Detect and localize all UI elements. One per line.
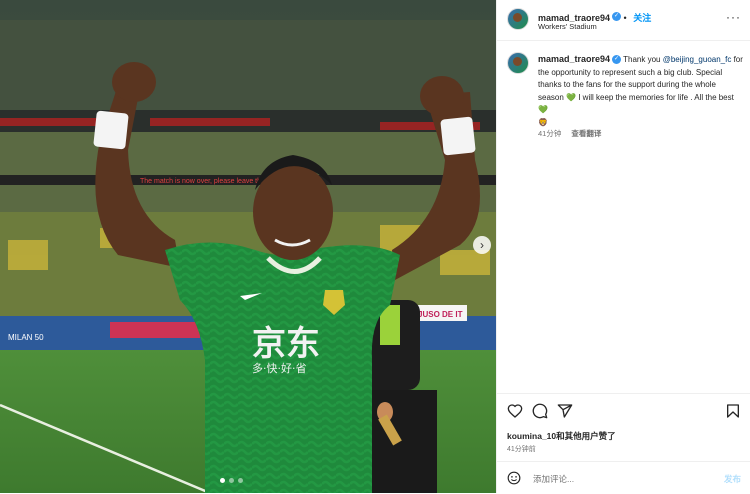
- verified-badge-icon: ✓: [612, 55, 622, 65]
- post-photo-illustration: The match is now over, please leave the …: [0, 0, 496, 493]
- caption: mamad_traore94 ✓ Thank you @beijing_guoan…: [538, 53, 743, 129]
- ad-board-left: MILAN 50: [8, 333, 44, 342]
- comment-bar: 发布: [497, 461, 750, 494]
- more-dots-icon[interactable]: ···: [726, 10, 741, 24]
- avatar[interactable]: [507, 8, 529, 30]
- verified-badge-icon: ✓: [612, 12, 622, 22]
- comment-input[interactable]: [531, 470, 705, 488]
- green-heart-icon: 💚: [538, 105, 548, 114]
- next-image-button[interactable]: ›: [473, 236, 491, 254]
- translate-link[interactable]: 查看翻译: [571, 129, 601, 138]
- caption-avatar[interactable]: [507, 52, 529, 74]
- lion-emoji-icon: 🦁: [538, 117, 548, 127]
- post-time: 41分钟前: [507, 446, 536, 453]
- post-image[interactable]: The match is now over, please leave the …: [0, 0, 496, 493]
- carousel-dot: [229, 478, 234, 483]
- likes-summary[interactable]: koumina_10和其他用户赞了: [507, 430, 616, 442]
- caption-username[interactable]: mamad_traore94: [538, 54, 610, 64]
- post-header: mamad_traore94 ✓ • 关注 Workers' Stadium ··…: [497, 0, 750, 41]
- caption-mention[interactable]: @beijing_guoan_fc: [663, 55, 732, 64]
- ad-board-right: JUSO DE IT: [418, 310, 463, 319]
- post-side-panel: mamad_traore94 ✓ • 关注 Workers' Stadium ··…: [496, 0, 750, 493]
- carousel-dot: [238, 478, 243, 483]
- like-heart-icon[interactable]: [507, 403, 523, 419]
- carousel-dot: [220, 478, 225, 483]
- caption-timestamp: 41分钟: [538, 129, 562, 138]
- comment-icon[interactable]: [532, 403, 548, 419]
- jersey-sponsor: 京东: [252, 324, 320, 364]
- emoji-icon[interactable]: [507, 471, 521, 485]
- follow-button[interactable]: 关注: [633, 13, 651, 23]
- location-link[interactable]: Workers' Stadium: [538, 22, 597, 31]
- carousel-dots: [220, 478, 243, 483]
- caption-meta: 41分钟 查看翻译: [538, 128, 601, 139]
- caption-text-1: Thank you: [623, 55, 661, 64]
- share-send-icon[interactable]: [557, 403, 573, 419]
- caption-text-3: I will keep the memories for life . All …: [578, 92, 734, 102]
- action-bar: [497, 393, 750, 426]
- post-comment-button[interactable]: 发布: [724, 473, 741, 485]
- green-heart-icon: 💚: [566, 92, 576, 102]
- save-bookmark-icon[interactable]: [725, 403, 741, 419]
- jersey-sponsor-sub: 多·快·好·省: [252, 361, 307, 375]
